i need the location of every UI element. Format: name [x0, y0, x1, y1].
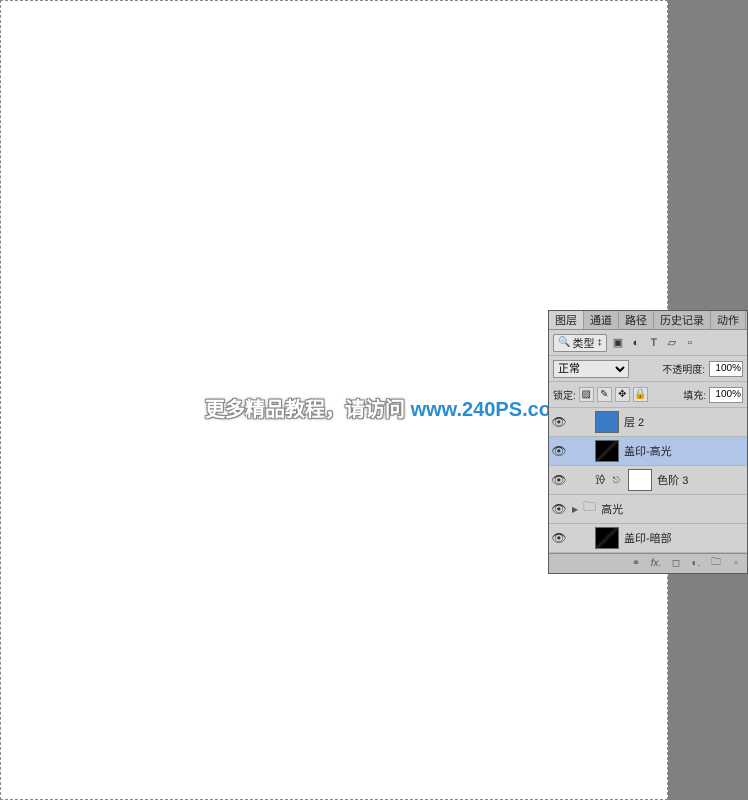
filter-row: 🔍 类型 ‡ ▣ ◐ T ▱ ▫	[549, 330, 747, 356]
panel-tabs: 图层 通道 路径 历史记录 动作	[549, 311, 747, 330]
blend-mode-select[interactable]: 正常	[553, 360, 629, 378]
fx-icon[interactable]: fx.	[649, 558, 663, 569]
filter-kind-label: 类型	[572, 335, 594, 351]
fill-input[interactable]	[709, 387, 743, 403]
lock-row: 锁定: ▨ ✎ ✥ 🔒 填充:	[549, 382, 747, 408]
levels-adjust-icon: ⟟⟠	[595, 472, 604, 488]
watermark-text: 更多精品教程，请访问 www.240PS.com	[205, 393, 569, 422]
link-layers-icon[interactable]: ⚭	[629, 558, 643, 569]
tab-history[interactable]: 历史记录	[654, 311, 711, 329]
visibility-icon[interactable]: 👁	[551, 444, 567, 458]
dropdown-icon: ‡	[597, 338, 601, 347]
adjust-layer-icon[interactable]: ◐.	[689, 558, 703, 569]
new-group-icon[interactable]: 🗀	[709, 555, 723, 572]
tab-layers[interactable]: 图层	[549, 311, 584, 329]
layer-name[interactable]: 高光	[601, 501, 623, 517]
lock-transparent-icon[interactable]: ▨	[579, 387, 594, 402]
opacity-input[interactable]	[709, 361, 743, 377]
filter-shape-icon[interactable]: ▱	[665, 336, 679, 350]
opacity-label: 不透明度:	[662, 361, 705, 376]
filter-kind-select[interactable]: 🔍 类型 ‡	[553, 334, 607, 352]
mask-thumbnail[interactable]	[628, 469, 652, 491]
filter-type-icon[interactable]: T	[647, 336, 661, 350]
layer-row[interactable]: 👁 ⟟⟠ ⎋ 色阶 3	[549, 466, 747, 495]
layer-name[interactable]: 色阶 3	[657, 472, 688, 488]
lock-all-icon[interactable]: 🔒	[633, 387, 648, 402]
mask-icon[interactable]: ◻	[669, 558, 683, 569]
layer-row[interactable]: 👁 盖印-暗部	[549, 524, 747, 553]
watermark-label: 更多精品教程，请访问	[205, 399, 411, 421]
layer-row[interactable]: 👁 层 2	[549, 408, 747, 437]
layers-panel: 图层 通道 路径 历史记录 动作 🔍 类型 ‡ ▣ ◐ T ▱ ▫ 正常 不透明…	[548, 310, 748, 574]
fill-label: 填充:	[683, 387, 706, 402]
watermark-url: www.240PS.com	[411, 399, 569, 421]
new-layer-icon[interactable]: ▫	[729, 558, 743, 569]
lock-position-icon[interactable]: ✥	[615, 387, 630, 402]
visibility-icon[interactable]: 👁	[551, 415, 567, 429]
tab-actions[interactable]: 动作	[711, 311, 746, 329]
panel-footer: ⚭ fx. ◻ ◐. 🗀 ▫	[549, 553, 747, 573]
layer-thumbnail[interactable]	[595, 527, 619, 549]
lock-pixels-icon[interactable]: ✎	[597, 387, 612, 402]
layer-row[interactable]: 👁 ▶ 🗀 高光	[549, 495, 747, 524]
tab-channels[interactable]: 通道	[584, 311, 619, 329]
visibility-icon[interactable]: 👁	[551, 531, 567, 545]
filter-adjust-icon[interactable]: ◐	[629, 336, 643, 350]
visibility-icon[interactable]: 👁	[551, 502, 567, 516]
expand-icon[interactable]: ▶	[572, 505, 578, 514]
visibility-icon[interactable]: 👁	[551, 473, 567, 487]
lock-label: 锁定:	[553, 387, 576, 402]
filter-smart-icon[interactable]: ▫	[683, 336, 697, 350]
blend-row: 正常 不透明度:	[549, 356, 747, 382]
layer-name[interactable]: 层 2	[624, 414, 644, 430]
layer-row-selected[interactable]: 👁 盖印-高光	[549, 437, 747, 466]
layer-thumbnail[interactable]	[595, 440, 619, 462]
layer-name[interactable]: 盖印-高光	[624, 443, 672, 459]
tab-paths[interactable]: 路径	[619, 311, 654, 329]
layer-thumbnail[interactable]	[595, 411, 619, 433]
search-icon: 🔍	[558, 337, 570, 348]
layer-name[interactable]: 盖印-暗部	[624, 530, 672, 546]
link-icon: ⎋	[609, 473, 623, 487]
folder-icon: 🗀	[583, 498, 596, 520]
filter-pixel-icon[interactable]: ▣	[611, 336, 625, 350]
layers-list: 👁 层 2 👁 盖印-高光 👁 ⟟⟠ ⎋ 色阶 3 👁 ▶ 🗀 高光 👁	[549, 408, 747, 553]
